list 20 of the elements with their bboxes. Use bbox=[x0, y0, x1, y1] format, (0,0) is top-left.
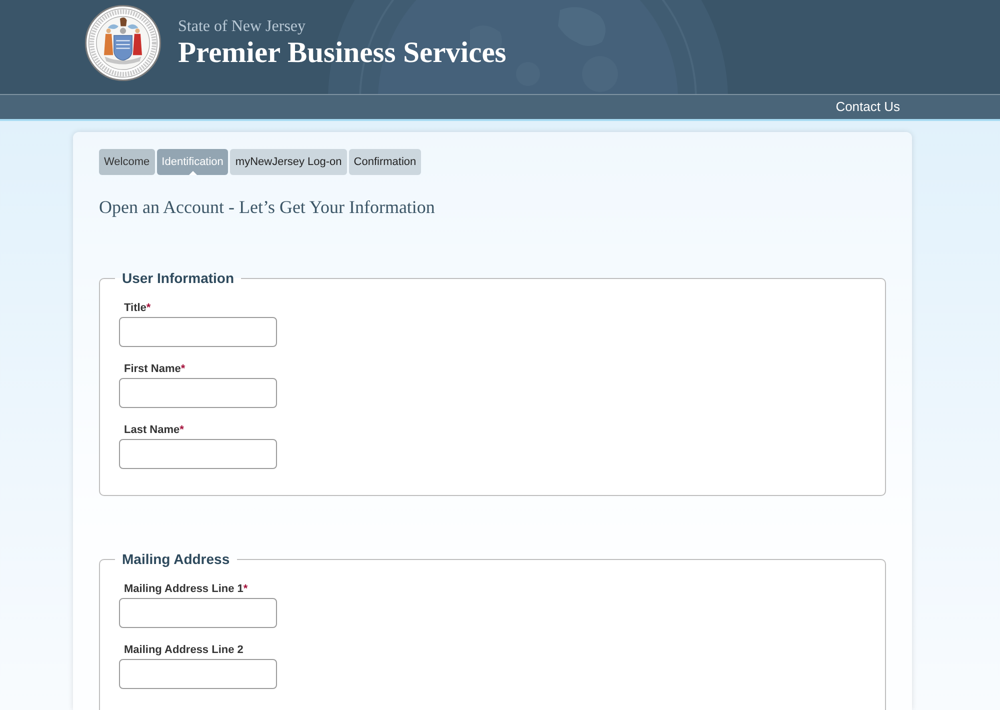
field-label: Last Name* bbox=[123, 423, 184, 437]
step-tab[interactable]: myNewJersey Log-on bbox=[230, 149, 347, 175]
contact-link[interactable]: Contact Us bbox=[836, 99, 900, 115]
input-field[interactable] bbox=[119, 378, 277, 408]
site-title: Premier Business Services bbox=[178, 37, 506, 69]
step-tab[interactable]: Confirmation bbox=[348, 149, 422, 175]
step-tab[interactable]: Welcome bbox=[99, 149, 155, 175]
field-label: Mailing Address Line 1* bbox=[123, 582, 248, 596]
field-label: Mailing Address Line 2 bbox=[123, 643, 244, 657]
input-field[interactable] bbox=[119, 439, 277, 469]
input-field[interactable] bbox=[119, 659, 277, 689]
section-heading: Mailing Address bbox=[121, 551, 231, 568]
field-label: First Name* bbox=[123, 362, 186, 376]
input-field[interactable] bbox=[119, 317, 277, 347]
input-field[interactable] bbox=[119, 598, 277, 628]
seal-icon bbox=[85, 5, 161, 81]
section-heading: User Information bbox=[121, 269, 236, 287]
page-heading: Open an Account - Let’s Get Your Information bbox=[99, 197, 435, 218]
field-label: Title* bbox=[123, 301, 151, 315]
site-subtitle: State of New Jersey bbox=[178, 17, 307, 37]
